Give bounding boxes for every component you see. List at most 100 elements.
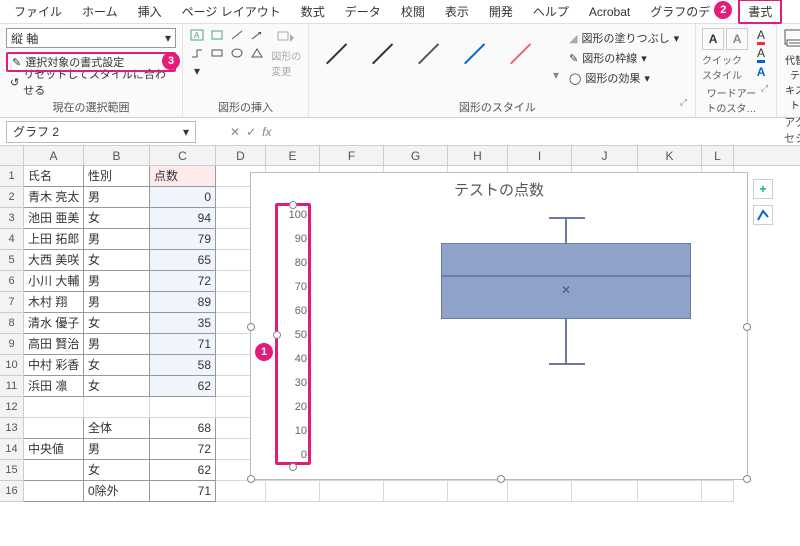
menu-formula[interactable]: 数式 <box>293 1 333 22</box>
cell[interactable]: 青木 亮太 <box>24 187 84 208</box>
cell[interactable] <box>266 481 320 502</box>
row-header-5[interactable]: 5 <box>0 250 23 271</box>
cell[interactable] <box>24 397 84 418</box>
cell[interactable]: 点数 <box>150 166 216 187</box>
menu-format-tab[interactable]: 書式 <box>738 0 782 24</box>
shape-rect-icon[interactable] <box>209 46 225 60</box>
cell[interactable]: 71 <box>150 334 216 355</box>
cell[interactable] <box>24 460 84 481</box>
text-fill-icon[interactable]: A <box>752 28 770 44</box>
shape-textbox-icon[interactable]: A <box>189 28 205 42</box>
cell[interactable]: 上田 拓郎 <box>24 229 84 250</box>
cell[interactable]: 男 <box>84 292 150 313</box>
cell[interactable]: 72 <box>150 439 216 460</box>
cell[interactable]: 全体 <box>84 418 150 439</box>
change-shape-button[interactable]: 図形の 変更 <box>271 28 302 78</box>
shape-effects-button[interactable]: ◯図形の効果▾ <box>567 68 689 88</box>
col-header-L[interactable]: L <box>702 146 734 165</box>
col-header-I[interactable]: I <box>508 146 572 165</box>
cell[interactable]: 女 <box>84 376 150 397</box>
menu-insert[interactable]: 挿入 <box>130 1 170 22</box>
cell[interactable] <box>572 481 638 502</box>
dialog-launcher-icon[interactable]: ⤢ <box>761 83 770 115</box>
cell[interactable] <box>448 481 508 502</box>
col-header-K[interactable]: K <box>638 146 702 165</box>
format-selection-button[interactable]: ✎ 選択対象の書式設定 <box>6 52 176 72</box>
chart-handle[interactable] <box>743 475 751 483</box>
cell[interactable]: 女 <box>84 313 150 334</box>
menu-chartdesign[interactable]: グラフのデ 2 <box>642 1 718 22</box>
menu-help[interactable]: ヘルプ <box>525 1 577 22</box>
chart-handle[interactable] <box>247 323 255 331</box>
row-header-6[interactable]: 6 <box>0 271 23 292</box>
row-header-1[interactable]: 1 <box>0 166 23 187</box>
row-header-8[interactable]: 8 <box>0 313 23 334</box>
reset-style-button[interactable]: ↺ リセットしてスタイルに合わせる <box>6 72 176 92</box>
cell[interactable]: 72 <box>150 271 216 292</box>
cell[interactable]: 中村 彩香 <box>24 355 84 376</box>
shape-square-icon[interactable] <box>209 28 225 42</box>
cell[interactable]: 高田 賢治 <box>24 334 84 355</box>
selection-handle[interactable] <box>289 201 297 209</box>
menu-developer[interactable]: 開発 <box>481 1 521 22</box>
shape-style-gallery[interactable]: ▾ <box>315 28 567 88</box>
shape-gallery[interactable]: A ▾ <box>189 28 267 78</box>
wordart-style-b[interactable]: A <box>726 28 748 50</box>
cell[interactable]: 小川 大輔 <box>24 271 84 292</box>
cell[interactable]: 女 <box>84 250 150 271</box>
line-style-5[interactable] <box>507 34 539 66</box>
chart-elements-button[interactable]: + <box>753 179 773 199</box>
shape-triangle-icon[interactable] <box>249 46 265 60</box>
chart-styles-button[interactable] <box>753 205 773 225</box>
cell[interactable]: 58 <box>150 355 216 376</box>
cell[interactable]: 中央値 <box>24 439 84 460</box>
cell[interactable] <box>638 481 702 502</box>
menu-pagelayout[interactable]: ページ レイアウト <box>174 1 289 22</box>
cell-grid[interactable]: 氏名性別点数青木 亮太男0池田 亜美女94上田 拓郎男79大西 美咲女65小川 … <box>24 166 734 502</box>
col-header-D[interactable]: D <box>216 146 266 165</box>
row-header-11[interactable]: 11 <box>0 376 23 397</box>
cell[interactable]: 女 <box>84 460 150 481</box>
cell[interactable]: 浜田 凛 <box>24 376 84 397</box>
cell[interactable]: 65 <box>150 250 216 271</box>
menu-acrobat[interactable]: Acrobat <box>581 3 638 21</box>
dialog-launcher-icon[interactable]: ⤢ <box>680 97 689 115</box>
col-header-C[interactable]: C <box>150 146 216 165</box>
cell[interactable]: 性別 <box>84 166 150 187</box>
cell[interactable] <box>24 481 84 502</box>
selection-handle[interactable] <box>289 463 297 471</box>
text-effects-icon[interactable]: A <box>752 64 770 80</box>
shape-fill-button[interactable]: ◢図形の塗りつぶし▾ <box>567 28 689 48</box>
text-outline-icon[interactable]: A <box>752 46 770 62</box>
col-header-H[interactable]: H <box>448 146 508 165</box>
cell[interactable] <box>384 481 448 502</box>
cell[interactable]: 79 <box>150 229 216 250</box>
shape-line-icon[interactable] <box>229 28 245 42</box>
chart-handle[interactable] <box>497 475 505 483</box>
cell[interactable]: 女 <box>84 355 150 376</box>
cell[interactable]: 男 <box>84 334 150 355</box>
cell[interactable]: 68 <box>150 418 216 439</box>
line-style-2[interactable] <box>369 34 401 66</box>
cell[interactable]: 男 <box>84 439 150 460</box>
cell[interactable]: 男 <box>84 229 150 250</box>
cell[interactable]: 62 <box>150 376 216 397</box>
col-header-B[interactable]: B <box>84 146 150 165</box>
select-all-corner[interactable] <box>0 146 24 165</box>
cell[interactable] <box>508 481 572 502</box>
cell[interactable] <box>84 397 150 418</box>
col-header-G[interactable]: G <box>384 146 448 165</box>
gallery-more-icon[interactable]: ▾ <box>553 68 559 82</box>
col-header-J[interactable]: J <box>572 146 638 165</box>
chart-handle[interactable] <box>247 475 255 483</box>
menu-home[interactable]: ホーム <box>74 1 126 22</box>
line-style-4[interactable] <box>461 34 493 66</box>
name-box[interactable]: グラフ 2 ▾ <box>6 121 196 143</box>
cell[interactable]: 池田 亜美 <box>24 208 84 229</box>
row-header-15[interactable]: 15 <box>0 460 23 481</box>
cell[interactable]: 男 <box>84 271 150 292</box>
row-header-2[interactable]: 2 <box>0 187 23 208</box>
line-style-1[interactable] <box>323 34 355 66</box>
cell[interactable] <box>150 397 216 418</box>
row-header-4[interactable]: 4 <box>0 229 23 250</box>
